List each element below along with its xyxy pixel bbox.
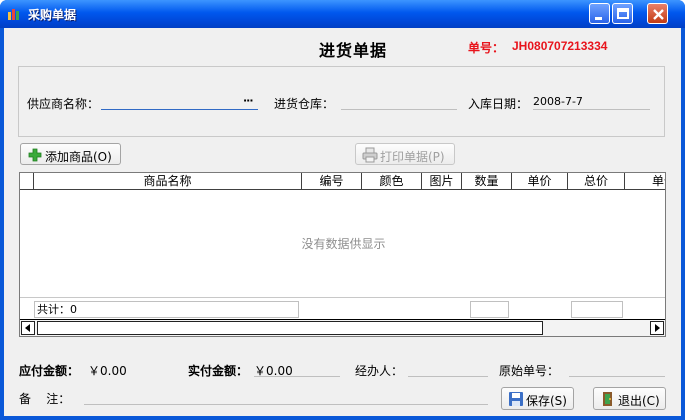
print-document-button[interactable]: 打印单据(P) [355, 143, 455, 165]
column-header-quantity[interactable]: 数量 [462, 173, 512, 190]
supplier-input[interactable] [101, 94, 258, 110]
remark-label: 备 注： [19, 392, 71, 406]
payable-value: ￥0.00 [88, 364, 127, 378]
column-header-unit[interactable]: 单位 [625, 173, 665, 190]
remark-input[interactable] [84, 389, 488, 405]
column-header-code[interactable]: 编号 [302, 173, 362, 190]
warehouse-label: 进货仓库： [274, 97, 335, 111]
scroll-thumb[interactable] [37, 321, 543, 335]
minimize-icon [595, 17, 602, 20]
maximize-icon [617, 8, 629, 19]
printer-icon [362, 147, 378, 163]
original-number-label: 原始单号： [499, 364, 560, 378]
handler-label: 经办人： [355, 364, 404, 378]
column-header-total[interactable]: 总价 [568, 173, 625, 190]
scroll-left-button[interactable] [21, 321, 35, 335]
paid-label: 实付金额： [188, 364, 249, 378]
paid-value: ￥0.00 [254, 364, 293, 378]
footer-total-sum [571, 301, 623, 318]
exit-button[interactable]: 退出(C) [593, 387, 666, 410]
footer-quantity-sum [470, 301, 509, 318]
document-number-label: 单号： [468, 41, 505, 55]
column-header-name[interactable]: 商品名称 [34, 173, 302, 190]
purchase-window: 采购单据 进货单据 单号： JH080707213334 供应商名称： ··· … [0, 0, 685, 420]
paid-amount-input[interactable]: ￥0.00 [254, 361, 340, 378]
exit-label: 退出(C) [618, 394, 660, 408]
bar-chart-app-icon [8, 9, 19, 20]
floppy-disk-icon [509, 392, 523, 406]
arrow-left-icon [25, 324, 30, 332]
arrow-right-icon [655, 324, 660, 332]
print-document-label: 打印单据(P) [380, 150, 445, 164]
minimize-button[interactable] [589, 3, 610, 24]
window-title: 采购单据 [28, 8, 77, 22]
window-client-area: 进货单据 单号： JH080707213334 供应商名称： ··· 进货仓库：… [4, 28, 681, 416]
column-header-image[interactable]: 图片 [422, 173, 462, 190]
product-grid[interactable]: 商品名称 编号 颜色 图片 数量 单价 总价 单位 没有数据供显示 共计：0 [19, 172, 666, 337]
supplier-label: 供应商名称： [27, 97, 100, 111]
grid-row-selector-header [20, 173, 34, 190]
save-label: 保存(S) [526, 394, 567, 408]
document-number: JH080707213334 [512, 39, 608, 53]
payable-label: 应付金额： [19, 364, 80, 378]
date-label: 入库日期： [468, 97, 529, 111]
grid-empty-message: 没有数据供显示 [301, 237, 386, 251]
footer-total-count: 共计：0 [34, 301, 299, 318]
grid-header-row: 商品名称 编号 颜色 图片 数量 单价 总价 单位 [20, 173, 665, 190]
date-input[interactable]: 2008-7-7 [533, 94, 650, 110]
date-value: 2008-7-7 [533, 95, 583, 108]
document-title: 进货单据 [319, 41, 388, 60]
save-button[interactable]: 保存(S) [501, 387, 574, 410]
close-button[interactable] [647, 3, 668, 24]
header-group-box: 供应商名称： ··· 进货仓库： 入库日期： 2008-7-7 [18, 66, 665, 137]
add-product-button[interactable]: 添加商品(O) [20, 143, 121, 165]
exit-door-icon [603, 392, 612, 406]
column-header-unit-price[interactable]: 单价 [512, 173, 568, 190]
horizontal-scrollbar[interactable] [20, 319, 665, 336]
handler-input[interactable] [408, 361, 488, 377]
grid-footer-row: 共计：0 [20, 297, 665, 319]
supplier-browse-button[interactable]: ··· [243, 94, 254, 107]
plus-icon [28, 148, 42, 162]
column-header-color[interactable]: 颜色 [362, 173, 422, 190]
title-bar[interactable]: 采购单据 [0, 0, 685, 28]
warehouse-input[interactable] [341, 94, 457, 110]
scroll-right-button[interactable] [650, 321, 664, 335]
close-icon [653, 9, 664, 20]
original-number-input[interactable] [569, 361, 665, 377]
add-product-label: 添加商品(O) [45, 150, 112, 164]
maximize-button[interactable] [612, 3, 633, 24]
